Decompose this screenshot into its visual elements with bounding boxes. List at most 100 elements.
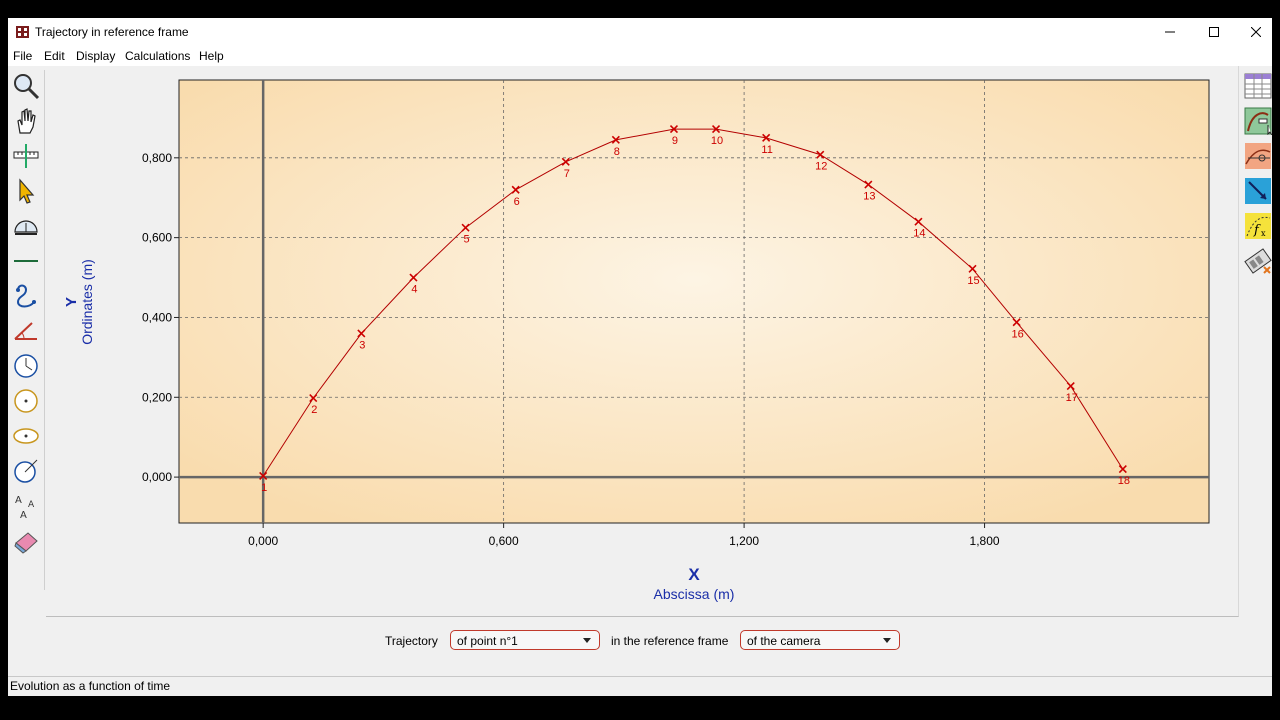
y-tick-label: 0,800 — [142, 151, 172, 165]
minimize-icon — [1165, 31, 1175, 33]
point-label: 1 — [261, 482, 267, 494]
point-label: 5 — [463, 234, 469, 246]
y-tick-label: 0,000 — [142, 470, 172, 484]
y-axis-label: Ordinates (m) — [79, 259, 95, 345]
app-window: Trajectory in reference frame File Edit … — [8, 18, 1272, 696]
menu-display[interactable]: Display — [76, 49, 115, 63]
function-icon: fx — [1245, 213, 1271, 239]
point-label: 11 — [761, 144, 772, 156]
y-tick-label: 0,400 — [142, 310, 172, 324]
frame-select-value: of the camera — [747, 634, 821, 648]
arrow-icon — [1245, 178, 1271, 204]
point-label: 13 — [863, 191, 875, 203]
trajectory-icon — [1244, 107, 1272, 135]
y-tick-label: 0,600 — [142, 231, 172, 245]
magnifier-icon — [14, 74, 40, 100]
svg-text:A: A — [20, 510, 27, 520]
point-select[interactable]: of point n°1 — [450, 630, 600, 650]
x-axis-symbol: X — [688, 565, 700, 584]
plot-area — [178, 79, 1210, 524]
menu-help[interactable]: Help — [199, 49, 224, 63]
svg-text:x: x — [1261, 229, 1266, 238]
title-bar: Trajectory in reference frame — [8, 18, 1272, 46]
x-tick-label: 1,200 — [729, 534, 759, 548]
point-label: 18 — [1118, 475, 1130, 487]
ellipse-tool[interactable] — [10, 420, 42, 452]
point-label: 7 — [564, 168, 570, 180]
angle-icon — [14, 322, 37, 340]
point-label: 16 — [1012, 328, 1024, 340]
axis-ruler-icon — [13, 144, 39, 168]
curve-icon — [16, 284, 36, 308]
point-label: 6 — [514, 196, 520, 208]
frame-label: in the reference frame — [611, 634, 729, 648]
vector-icon — [1245, 143, 1271, 169]
chevron-down-icon — [583, 638, 591, 643]
protractor-icon — [14, 220, 38, 235]
point-label: 12 — [815, 161, 827, 173]
status-text: Evolution as a function of time — [10, 679, 171, 693]
y-axis-symbol: Y — [63, 297, 80, 307]
minimize-button[interactable] — [1148, 18, 1192, 46]
hand-tool[interactable] — [10, 105, 42, 137]
menu-calculations[interactable]: Calculations — [125, 49, 190, 63]
line-icon — [14, 260, 38, 262]
radius-circle-icon — [14, 459, 38, 483]
protractor-tool[interactable] — [10, 210, 42, 242]
svg-text:A: A — [15, 495, 22, 506]
pointer-icon — [19, 178, 35, 204]
eraser-tool[interactable] — [10, 525, 42, 557]
eraser-icon — [14, 532, 38, 554]
point-label: 14 — [913, 228, 925, 240]
x-tick-label: 0,600 — [489, 534, 519, 548]
bottom-controls: Trajectory of point n°1 in the reference… — [8, 618, 1272, 676]
film-icon — [1244, 248, 1272, 274]
left-toolbar: AAA — [8, 70, 45, 590]
hand-icon — [17, 108, 36, 134]
table-tool[interactable] — [1243, 70, 1272, 102]
point-label: 4 — [411, 284, 417, 296]
text-label-tool[interactable]: AAA — [10, 490, 42, 522]
right-toolbar: fx — [1240, 70, 1272, 290]
point-label: 15 — [967, 275, 979, 287]
text-label-icon: A AA — [15, 495, 35, 520]
maximize-icon — [1209, 27, 1219, 37]
point-label: 17 — [1066, 392, 1078, 404]
magnifier-tool[interactable] — [10, 70, 42, 102]
menu-bar: File Edit Display Calculations Help — [8, 46, 1272, 66]
x-axis-label: Abscissa (m) — [654, 586, 735, 602]
table-icon — [1244, 73, 1272, 99]
close-icon — [1251, 27, 1261, 37]
ellipse-icon — [13, 428, 39, 444]
line-tool[interactable] — [10, 245, 42, 277]
menu-file[interactable]: File — [13, 49, 32, 63]
film-tool[interactable] — [1243, 245, 1272, 277]
vector-tool[interactable] — [1243, 140, 1272, 172]
point-label: 8 — [614, 146, 620, 158]
axis-ruler-tool[interactable] — [10, 140, 42, 172]
y-tick-label: 0,200 — [142, 390, 172, 404]
function-tool[interactable]: fx — [1243, 210, 1272, 242]
angle-tool[interactable] — [10, 315, 42, 347]
point-label: 3 — [359, 339, 365, 351]
center-circle-icon — [14, 389, 38, 413]
menu-edit[interactable]: Edit — [44, 49, 65, 63]
frame-select[interactable]: of the camera — [740, 630, 900, 650]
center-circle-tool[interactable] — [10, 385, 42, 417]
clock-circle-tool[interactable] — [10, 350, 42, 382]
chart-panel: 1 2 3 4 5 6 7 8 9 10 11 12 13 14 15 16 17 18 0,000 0,600 1,… — [46, 66, 1239, 617]
close-button[interactable] — [1234, 18, 1272, 46]
point-select-value: of point n°1 — [457, 634, 518, 648]
trajectory-chart[interactable]: 123456789 101112131415161718 0,000 0,600 1,… — [46, 66, 1238, 616]
trajectory-label: Trajectory — [385, 634, 438, 648]
maximize-button[interactable] — [1192, 18, 1236, 46]
chevron-down-icon — [883, 638, 891, 643]
curve-tool[interactable] — [10, 280, 42, 312]
radius-circle-tool[interactable] — [10, 455, 42, 487]
app-icon — [16, 26, 29, 38]
pointer-tool[interactable] — [10, 175, 42, 207]
arrow-tool[interactable] — [1243, 175, 1272, 207]
x-tick-label: 1,800 — [970, 534, 1000, 548]
point-label: 2 — [311, 404, 317, 416]
trajectory-tool[interactable] — [1243, 105, 1272, 137]
